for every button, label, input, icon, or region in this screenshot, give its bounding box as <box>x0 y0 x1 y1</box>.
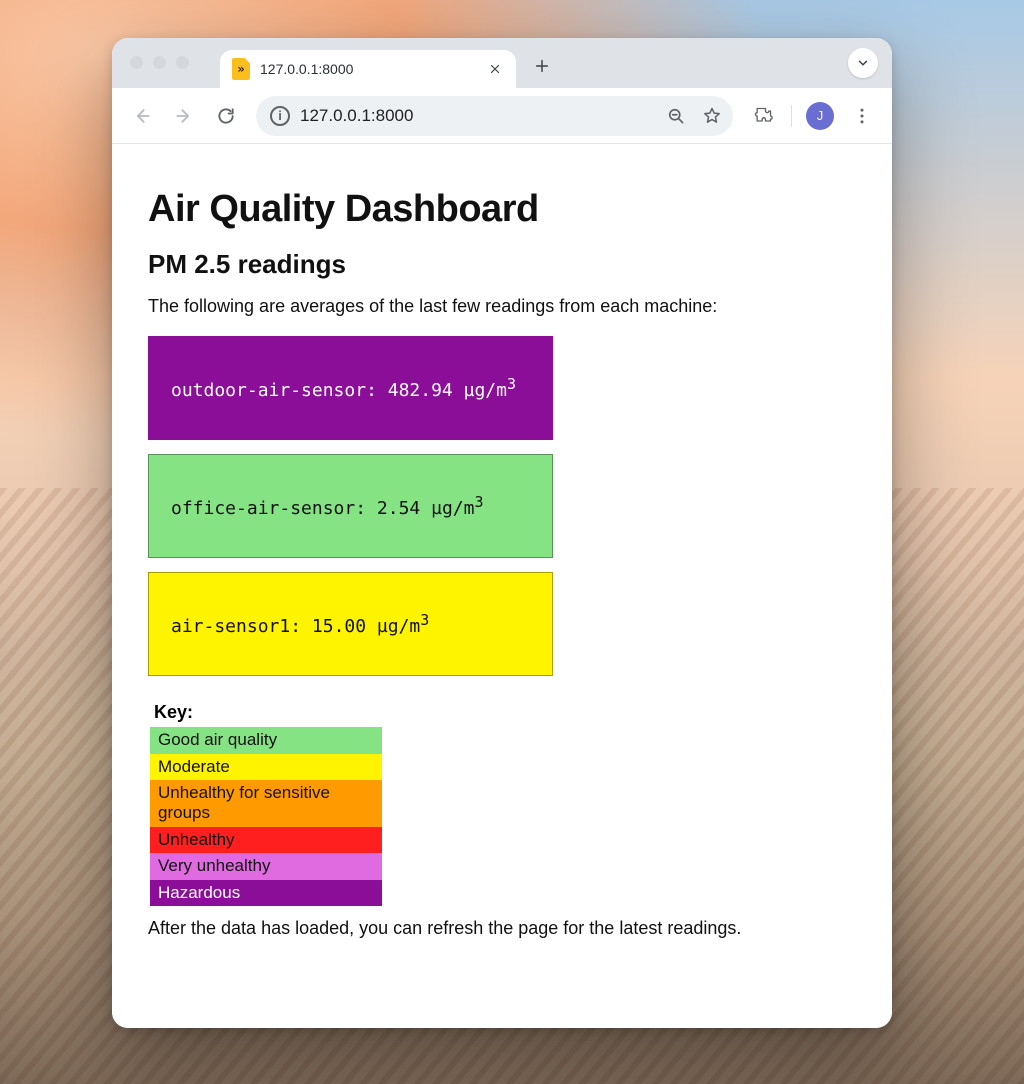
toolbar: i 127.0.0.1:8000 J <box>112 88 892 144</box>
reading-name: air-sensor1: <box>171 616 312 637</box>
dashboard-card: Air Quality Dashboard PM 2.5 readings Th… <box>130 162 874 988</box>
reading-unit: µg/m <box>366 616 420 637</box>
tab-close-button[interactable] <box>486 60 504 78</box>
key-row: Moderate <box>150 754 382 780</box>
extensions-button[interactable] <box>745 98 781 134</box>
key-label: Good air quality <box>150 727 382 753</box>
window-controls <box>130 56 189 69</box>
reading-unit-sup: 3 <box>474 493 483 511</box>
back-button[interactable] <box>124 98 160 134</box>
reload-icon <box>216 106 236 126</box>
kebab-icon <box>852 106 872 126</box>
reading-value: 15.00 <box>312 616 366 637</box>
star-icon <box>702 106 722 126</box>
reading-card: outdoor-air-sensor: 482.94 µg/m3 <box>148 336 553 440</box>
reading-unit-sup: 3 <box>420 611 429 629</box>
toolbar-divider <box>791 105 792 127</box>
reading-value: 2.54 <box>377 498 420 519</box>
close-icon <box>489 63 501 75</box>
key-header: Key: <box>154 702 856 723</box>
page-viewport: Air Quality Dashboard PM 2.5 readings Th… <box>112 144 892 1028</box>
reading-value: 482.94 <box>388 380 453 401</box>
site-info-icon[interactable]: i <box>270 106 290 126</box>
reading-card: air-sensor1: 15.00 µg/m3 <box>148 572 553 676</box>
key-label: Unhealthy <box>150 827 382 853</box>
reload-button[interactable] <box>208 98 244 134</box>
window-min-dot[interactable] <box>153 56 166 69</box>
chevron-down-icon <box>856 56 870 70</box>
tab-strip: » 127.0.0.1:8000 <box>112 38 892 88</box>
favicon-glyph: » <box>237 62 244 76</box>
forward-button[interactable] <box>166 98 202 134</box>
footer-text: After the data has loaded, you can refre… <box>148 916 856 940</box>
key-label: Unhealthy for sensitive groups <box>150 780 382 827</box>
reading-unit: µg/m <box>420 498 474 519</box>
key-row: Very unhealthy <box>150 853 382 879</box>
section-title: PM 2.5 readings <box>148 249 856 280</box>
profile-avatar[interactable]: J <box>806 102 834 130</box>
key-row: Good air quality <box>150 727 382 753</box>
reading-unit: µg/m <box>453 380 507 401</box>
reading-name: outdoor-air-sensor: <box>171 380 388 401</box>
arrow-left-icon <box>132 106 152 126</box>
zoom-button[interactable] <box>663 103 689 129</box>
key-label: Hazardous <box>150 880 382 906</box>
tab-favicon: » <box>232 58 250 80</box>
new-tab-button[interactable] <box>528 52 556 80</box>
key-table: Good air qualityModerateUnhealthy for se… <box>150 727 382 906</box>
key-label: Moderate <box>150 754 382 780</box>
page-title: Air Quality Dashboard <box>148 188 856 231</box>
tab-list-dropdown[interactable] <box>848 48 878 78</box>
key-row: Unhealthy <box>150 827 382 853</box>
key-label: Very unhealthy <box>150 853 382 879</box>
tab-title: 127.0.0.1:8000 <box>260 61 476 77</box>
avatar-initial: J <box>817 108 824 123</box>
menu-button[interactable] <box>844 98 880 134</box>
plus-icon <box>534 58 550 74</box>
key-row: Hazardous <box>150 880 382 906</box>
browser-window: » 127.0.0.1:8000 i 127.0.0.1:8000 <box>112 38 892 1028</box>
window-close-dot[interactable] <box>130 56 143 69</box>
reading-name: office-air-sensor: <box>171 498 377 519</box>
puzzle-icon <box>753 106 773 126</box>
readings-list: outdoor-air-sensor: 482.94 µg/m3office-a… <box>148 336 856 676</box>
bookmark-button[interactable] <box>699 103 725 129</box>
reading-card: office-air-sensor: 2.54 µg/m3 <box>148 454 553 558</box>
url-text: 127.0.0.1:8000 <box>300 106 653 126</box>
window-max-dot[interactable] <box>176 56 189 69</box>
intro-text: The following are averages of the last f… <box>148 294 856 318</box>
tab-active[interactable]: » 127.0.0.1:8000 <box>220 50 516 88</box>
arrow-right-icon <box>174 106 194 126</box>
address-bar[interactable]: i 127.0.0.1:8000 <box>256 96 733 136</box>
reading-unit-sup: 3 <box>507 375 516 393</box>
zoom-icon <box>666 106 686 126</box>
key-row: Unhealthy for sensitive groups <box>150 780 382 827</box>
